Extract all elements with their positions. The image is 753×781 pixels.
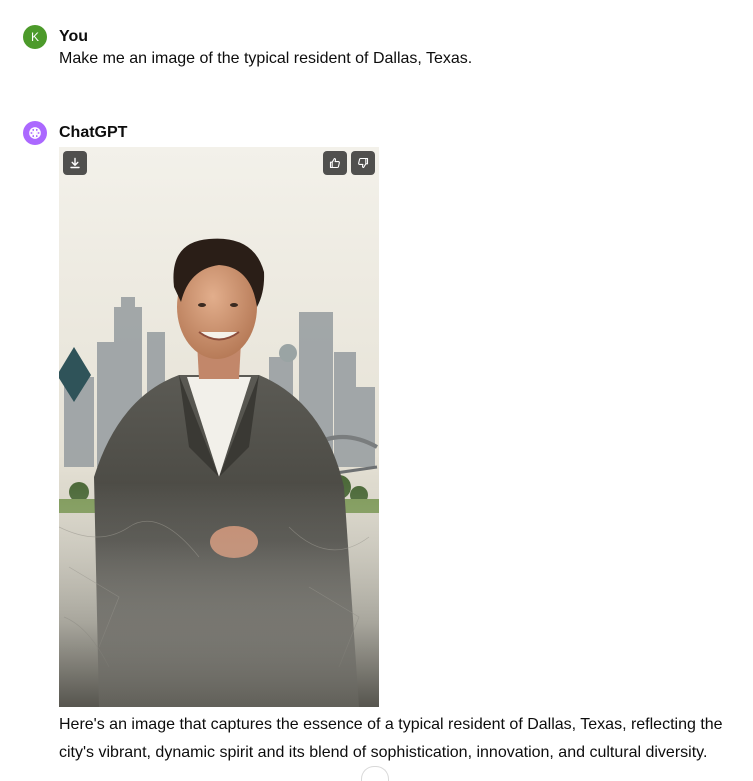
thumbs-down-icon: [358, 157, 369, 169]
thumbs-up-icon: [329, 157, 340, 169]
user-name: You: [59, 28, 89, 45]
scroll-to-bottom-button[interactable]: [361, 766, 389, 781]
user-message-text: Make me an image of the typical resident…: [59, 50, 473, 67]
assistant-response-text: Here's an image that captures the essenc…: [59, 716, 723, 761]
download-icon: [70, 157, 80, 169]
chatgpt-logo-icon: [23, 121, 47, 145]
assistant-name: ChatGPT: [59, 124, 128, 141]
dislike-image-button[interactable]: [351, 151, 375, 175]
user-avatar: K: [23, 25, 47, 49]
like-image-button[interactable]: [323, 151, 347, 175]
dallas-resident-illustration: [59, 147, 379, 707]
generated-image[interactable]: [59, 147, 379, 707]
download-image-button[interactable]: [63, 151, 87, 175]
user-avatar-letter: K: [30, 30, 39, 44]
